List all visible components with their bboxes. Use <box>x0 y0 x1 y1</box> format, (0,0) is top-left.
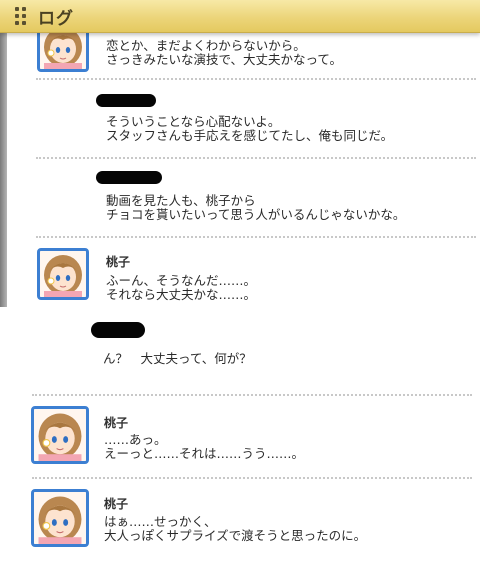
momoko-portrait-icon <box>40 251 86 297</box>
momoko-portrait-icon <box>34 492 86 544</box>
separator <box>32 394 472 396</box>
momoko-avatar <box>31 406 89 464</box>
speaker-name: 桃子 <box>106 255 131 269</box>
separator <box>32 477 472 479</box>
background-strip <box>0 32 7 307</box>
speaker-name: 桃子 <box>104 416 129 430</box>
redacted-speaker <box>96 94 156 107</box>
message-text: そういうことなら心配ないよ。 スタッフさんも手応えを感じてたし、俺も同じだ。 <box>106 114 394 143</box>
message-text: ふーん、そうなんだ……。 それなら大丈夫かな……。 <box>106 273 257 302</box>
momoko-avatar <box>37 248 89 300</box>
log-header[interactable]: ログ <box>0 0 480 33</box>
message-text: 恋とか、まだよくわからないから。 さっきみたいな演技で、大丈夫かなって。 <box>106 38 343 67</box>
speaker-name: 桃子 <box>104 497 129 511</box>
message-text: ん？ 大丈夫って、何が？ <box>103 351 252 366</box>
separator <box>36 78 476 80</box>
message-text: はぁ……せっかく、 大人っぽくサプライズで渡そうと思ったのに。 <box>104 514 367 543</box>
momoko-avatar <box>31 489 89 547</box>
momoko-portrait-icon <box>34 409 86 461</box>
separator <box>36 236 476 238</box>
log-window: 恋とか、まだよくわからないから。 さっきみたいな演技で、大丈夫かなって。 そうい… <box>0 0 480 578</box>
redacted-speaker <box>91 322 145 338</box>
message-text: ……あっ。 えーっと……それは……うう……。 <box>104 432 305 461</box>
separator <box>36 157 476 159</box>
redacted-speaker <box>96 171 162 184</box>
header-title: ログ <box>38 9 74 29</box>
message-text: 動画を見た人も、桃子から チョコを貰いたいって思う人がいるんじゃないかな。 <box>106 193 406 222</box>
grip-icon[interactable] <box>15 7 27 25</box>
